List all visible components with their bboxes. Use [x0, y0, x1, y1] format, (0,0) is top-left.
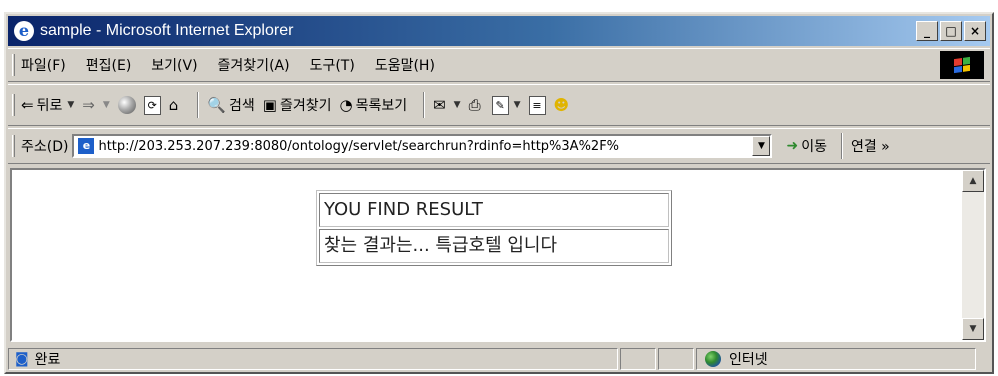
status-page-icon: ◙	[15, 351, 29, 367]
stop-icon	[117, 96, 136, 114]
result-header: YOU FIND RESULT	[319, 193, 669, 227]
address-grip[interactable]	[12, 135, 15, 157]
address-url[interactable]: http://203.253.207.239:8080/ontology/ser…	[98, 139, 758, 154]
ie-logo-icon: e	[14, 21, 34, 41]
windows-logo	[940, 51, 984, 79]
edit-page-icon: ✎	[491, 95, 509, 115]
toolbar-separator	[423, 92, 426, 118]
status-security-pane	[658, 348, 694, 370]
home-icon: ⌂	[168, 96, 179, 114]
discuss-button[interactable]: ≡	[528, 95, 546, 115]
history-button[interactable]: ◔ 목록보기	[339, 95, 407, 115]
close-button[interactable]: ×	[964, 21, 986, 41]
scroll-down-icon[interactable]: ▼	[962, 318, 984, 340]
home-button[interactable]: ⌂	[169, 96, 182, 114]
back-label: 뒤로	[36, 98, 63, 114]
links-button[interactable]: 연결 »	[851, 136, 890, 156]
print-icon: ⎙	[468, 96, 481, 114]
page-icon: e	[78, 138, 95, 154]
mail-icon: ✉	[433, 96, 446, 114]
zone-label: 인터넷	[729, 352, 768, 368]
forward-button[interactable]: ⇒ ▼	[82, 96, 110, 114]
mail-dropdown-icon[interactable]: ▼	[454, 100, 461, 110]
back-dropdown-icon[interactable]: ▼	[67, 100, 74, 110]
internet-zone-icon	[705, 351, 721, 367]
toolbar-grip[interactable]	[12, 94, 15, 116]
back-arrow-icon: ⇐	[21, 96, 34, 114]
browser-window: e sample - Microsoft Internet Explorer _…	[4, 12, 994, 374]
menu-favorites[interactable]: 즐겨찾기(A)	[218, 55, 290, 75]
menu-view[interactable]: 보기(V)	[151, 55, 197, 75]
address-dropdown-icon[interactable]: ▼	[752, 136, 771, 156]
discuss-icon: ≡	[528, 95, 546, 115]
status-text: 완료	[34, 352, 61, 368]
mail-button[interactable]: ✉ ▼	[433, 96, 461, 114]
edit-dropdown-icon[interactable]: ▼	[514, 100, 521, 110]
window-title: sample - Microsoft Internet Explorer	[40, 22, 294, 39]
status-bar: ◙ 완료 인터넷	[8, 346, 990, 372]
back-button[interactable]: ⇐ 뒤로 ▼	[21, 95, 74, 115]
history-icon: ◔	[339, 96, 353, 114]
vertical-scrollbar[interactable]: ▲ ▼	[962, 170, 984, 340]
favorites-icon: ▣	[262, 96, 277, 114]
window-controls: _ □ ×	[916, 21, 986, 41]
messenger-button[interactable]: ☻	[554, 96, 573, 114]
refresh-button[interactable]: ⟳	[143, 95, 161, 115]
menu-file[interactable]: 파일(F)	[21, 55, 66, 75]
result-table: YOU FIND RESULT 찾는 결과는... 특급호텔 입니다	[316, 190, 672, 266]
title-bar[interactable]: e sample - Microsoft Internet Explorer _…	[8, 16, 990, 46]
status-zone-pane: 인터넷	[696, 348, 976, 370]
go-arrow-icon: ➜	[786, 138, 799, 154]
edit-button[interactable]: ✎ ▼	[491, 95, 521, 115]
menu-edit[interactable]: 편집(E)	[86, 55, 132, 75]
refresh-icon: ⟳	[143, 95, 161, 115]
stop-button[interactable]	[117, 96, 136, 114]
forward-dropdown-icon[interactable]: ▼	[103, 100, 110, 110]
menu-help[interactable]: 도움말(H)	[375, 55, 435, 75]
page-content: YOU FIND RESULT 찾는 결과는... 특급호텔 입니다 ▲ ▼	[10, 168, 986, 342]
messenger-icon: ☻	[553, 96, 570, 114]
maximize-button[interactable]: □	[940, 21, 962, 41]
menu-bar: 파일(F) 편집(E) 보기(V) 즐겨찾기(A) 도구(T) 도움말(H)	[8, 48, 990, 82]
result-value: 찾는 결과는... 특급호텔 입니다	[319, 229, 669, 263]
minimize-button[interactable]: _	[916, 21, 938, 41]
scroll-up-icon[interactable]: ▲	[962, 170, 984, 192]
favorites-button[interactable]: ▣ 즐겨찾기	[263, 95, 332, 115]
favorites-label: 즐겨찾기	[279, 98, 332, 114]
address-bar: 주소(D) e http://203.253.207.239:8080/onto…	[8, 128, 990, 164]
go-button[interactable]: ➜ 이동	[786, 136, 827, 156]
go-label: 이동	[801, 139, 827, 155]
windows-flag-icon	[954, 56, 970, 74]
menu-grip[interactable]	[12, 54, 15, 76]
search-button[interactable]: 🔍 검색	[207, 95, 254, 115]
print-button[interactable]: ⎙	[469, 96, 484, 114]
status-progress-pane	[620, 348, 656, 370]
forward-arrow-icon: ⇒	[82, 96, 95, 114]
status-text-pane: ◙ 완료	[8, 348, 618, 370]
search-icon: 🔍	[207, 96, 226, 114]
address-field[interactable]: e http://203.253.207.239:8080/ontology/s…	[72, 134, 773, 158]
menu-tools[interactable]: 도구(T)	[310, 55, 355, 75]
address-label: 주소(D)	[21, 139, 69, 155]
history-label: 목록보기	[355, 98, 408, 114]
links-separator	[840, 133, 843, 159]
standard-toolbar: ⇐ 뒤로 ▼ ⇒ ▼ ⟳ ⌂ 🔍 검색 ▣ 즐겨찾기 ◔ 목록보기 ✉ ▼ ⎙ …	[8, 84, 990, 126]
toolbar-separator	[197, 92, 200, 118]
search-label: 검색	[228, 98, 255, 114]
